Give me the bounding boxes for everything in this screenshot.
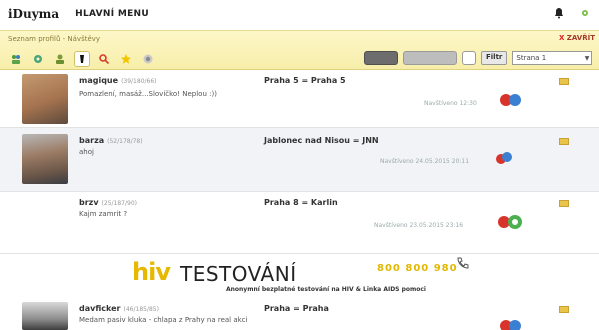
view-controls: Filtr Strana 1 ▼ bbox=[364, 51, 593, 65]
avatar[interactable] bbox=[22, 302, 68, 330]
tab-visits[interactable] bbox=[74, 51, 90, 67]
tab-friends[interactable] bbox=[52, 51, 68, 67]
people-icon bbox=[12, 55, 20, 64]
status-badges bbox=[497, 90, 525, 110]
close-icon: X bbox=[558, 34, 565, 42]
avatar[interactable] bbox=[22, 134, 68, 184]
location: Praha = Praha bbox=[264, 304, 329, 313]
visit-time: Navštíveno 12:30 bbox=[424, 100, 477, 107]
tab-people[interactable] bbox=[8, 51, 24, 67]
username: davficker bbox=[79, 304, 121, 313]
username: magique bbox=[79, 76, 119, 85]
page-select-value: Strana 1 bbox=[516, 54, 547, 62]
status-badges bbox=[496, 212, 524, 232]
user-stats: (52/178/78) bbox=[107, 138, 143, 145]
view-toggle-list[interactable] bbox=[364, 51, 398, 65]
banner-subtitle: Anonymní bezplatné testování na HIV & Li… bbox=[226, 286, 426, 293]
chevron-down-icon: ▼ bbox=[584, 55, 590, 62]
tab-search[interactable] bbox=[96, 51, 112, 67]
list-item[interactable]: davficker (46/185/85) Medam pasiv kluka -… bbox=[0, 298, 599, 330]
list-item[interactable]: brzv (25/187/90) Kajm zamrit ? Praha 8 = … bbox=[0, 192, 599, 254]
gay-badge-icon bbox=[500, 94, 521, 106]
status-badges bbox=[497, 316, 525, 330]
top-icons bbox=[553, 7, 591, 19]
footprint-icon bbox=[80, 55, 84, 63]
banner-title: TESTOVÁNÍ bbox=[180, 262, 297, 286]
username-link[interactable]: magique (39/180/66) bbox=[79, 76, 157, 85]
list-item[interactable]: magique (39/180/66) Pomazlení, masáž...Sl… bbox=[0, 70, 599, 128]
tab-photos[interactable] bbox=[140, 51, 156, 67]
banner-phone: 800 800 980 bbox=[377, 263, 458, 274]
main-menu-link[interactable]: HLAVNÍ MENU bbox=[75, 9, 149, 19]
gear-icon bbox=[34, 55, 42, 63]
gay-badge-icon bbox=[496, 152, 512, 164]
hiv-testing-banner[interactable]: hiv TESTOVÁNÍ 800 800 980 Anonymní bezpl… bbox=[0, 254, 599, 298]
visit-time: Navštíveno 23.05.2015 23:16 bbox=[374, 222, 464, 229]
tab-settings[interactable] bbox=[30, 51, 46, 67]
banner-hiv-text: hiv bbox=[132, 258, 171, 286]
username: barza bbox=[79, 136, 105, 145]
view-toggle-grid[interactable] bbox=[403, 51, 457, 65]
close-button[interactable]: X ZAVŘÍT bbox=[559, 34, 595, 42]
username: brzv bbox=[79, 198, 99, 207]
message-icon[interactable] bbox=[559, 78, 569, 85]
online-badge-icon bbox=[498, 215, 522, 229]
profile-message: Pomazlení, masáž...Slovíčko! Neplou :)) bbox=[79, 90, 217, 98]
tab-icons bbox=[8, 51, 156, 67]
message-icon[interactable] bbox=[559, 306, 569, 313]
visit-time: Navštíveno 24.05.2015 20:11 bbox=[380, 158, 470, 165]
close-label: ZAVŘÍT bbox=[566, 34, 595, 42]
bell-icon[interactable] bbox=[553, 7, 565, 19]
list-item[interactable]: barza (52/178/78) ahoj Jablonec nad Nisou… bbox=[0, 128, 599, 192]
app-logo[interactable]: iDuyma bbox=[8, 7, 59, 21]
user-stats: (39/180/66) bbox=[121, 78, 157, 85]
tab-favorites[interactable] bbox=[118, 51, 134, 67]
filter-header: Seznam profilů - Návštěvy X ZAVŘÍT Filtr bbox=[0, 30, 599, 70]
star-icon bbox=[121, 54, 131, 64]
message-icon[interactable] bbox=[559, 138, 569, 145]
star-menu-icon[interactable] bbox=[579, 7, 591, 19]
filter-checkbox[interactable] bbox=[462, 51, 476, 65]
user-stats: (25/187/90) bbox=[101, 200, 137, 207]
status-badges bbox=[495, 148, 513, 166]
profile-message: Medam pasiv kluka - chlapa z Prahy na re… bbox=[79, 316, 248, 324]
location: Praha 8 = Karlin bbox=[264, 198, 338, 207]
page-select[interactable]: Strana 1 ▼ bbox=[512, 51, 593, 65]
username-link[interactable]: brzv (25/187/90) bbox=[79, 198, 137, 207]
avatar[interactable] bbox=[22, 74, 68, 124]
location: Praha 5 = Praha 5 bbox=[264, 76, 346, 85]
profile-message: ahoj bbox=[79, 148, 94, 156]
profile-message: Kajm zamrit ? bbox=[79, 210, 128, 218]
user-stats: (46/185/85) bbox=[123, 306, 159, 313]
camera-icon bbox=[143, 54, 153, 64]
username-link[interactable]: barza (52/178/78) bbox=[79, 136, 143, 145]
message-icon[interactable] bbox=[559, 200, 569, 207]
username-link[interactable]: davficker (46/185/85) bbox=[79, 304, 159, 313]
breadcrumb: Seznam profilů - Návštěvy bbox=[8, 35, 101, 43]
top-bar: iDuyma HLAVNÍ MENU bbox=[0, 0, 599, 28]
filter-button[interactable]: Filtr bbox=[481, 51, 508, 65]
search-icon bbox=[99, 54, 110, 65]
gay-badge-icon bbox=[500, 320, 521, 330]
location: Jablonec nad Nisou = JNN bbox=[264, 136, 379, 145]
friends-icon bbox=[56, 54, 64, 64]
phone-icon bbox=[457, 257, 469, 269]
